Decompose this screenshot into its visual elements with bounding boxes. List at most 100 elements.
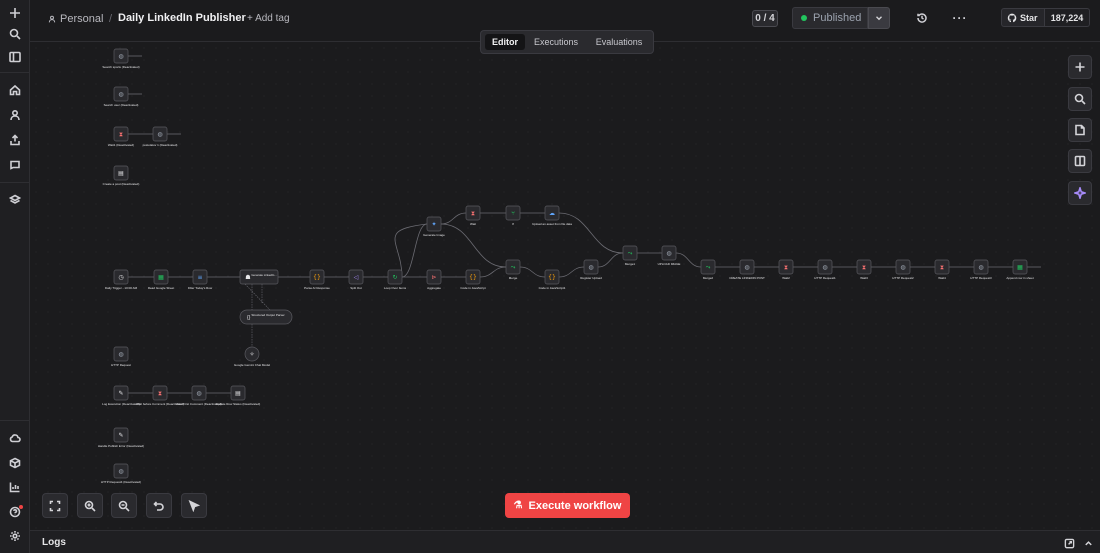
connection-line[interactable]: [558, 212, 624, 254]
zoom-out-button[interactable]: [111, 493, 137, 518]
share-icon[interactable]: [5, 130, 25, 150]
toggle-panel-button[interactable]: [1068, 149, 1092, 173]
add-node-button[interactable]: [1068, 55, 1092, 79]
tab-executions[interactable]: Executions: [527, 34, 585, 50]
panel-toggle-icon[interactable]: [5, 47, 25, 67]
workflow-node[interactable]: ⑂ If: [505, 205, 521, 226]
workflow-node[interactable]: ◍ postolatov 1 (Deactivated): [143, 126, 178, 147]
home-icon[interactable]: [5, 80, 25, 100]
chart-icon[interactable]: [5, 477, 25, 497]
search-icon[interactable]: [5, 24, 25, 44]
github-star-label: Star: [1020, 12, 1038, 23]
workflow-node[interactable]: ⧗ Wait1 (Deactivated): [108, 126, 134, 147]
history-button[interactable]: [913, 9, 931, 27]
connection-line[interactable]: [519, 266, 546, 278]
more-options-button[interactable]: ···: [951, 9, 969, 27]
workflow-node[interactable]: ✎ Handle Publish Error (Deactivated): [98, 427, 144, 448]
connection-line[interactable]: [440, 212, 467, 225]
workflow-node[interactable]: ▤ Create a post (Deactivated): [103, 165, 140, 186]
version-counter[interactable]: 0 / 4: [752, 10, 778, 27]
workflow-node[interactable]: ◍ Search sports (Deactivated): [102, 48, 140, 69]
workflow-node[interactable]: ▦ Read Google Sheet: [148, 269, 175, 290]
workflow-node[interactable]: ◍ UPLOAD IMAGE: [658, 245, 681, 266]
workflow-node[interactable]: ◍ HTTP Request2: [892, 259, 914, 280]
tab-editor[interactable]: Editor: [485, 34, 525, 50]
workflow-node[interactable]: ☁ Upload an asset from file data: [532, 205, 572, 226]
workflow-node[interactable]: ◍ HTTP Request1: [814, 259, 836, 280]
ai-assistant-button[interactable]: [1068, 181, 1092, 205]
ellipsis-icon: ···: [952, 11, 968, 25]
workflow-node[interactable]: ✦ Generate Image: [423, 216, 445, 237]
workflow-node[interactable]: ⤳ Merge2: [700, 259, 716, 280]
chevron-down-icon: [876, 16, 882, 21]
github-star-button[interactable]: Star: [1001, 8, 1045, 27]
breadcrumb-project[interactable]: Personal: [60, 13, 103, 25]
parser-icon: {}: [247, 315, 251, 321]
tab-evaluations[interactable]: Evaluations: [587, 34, 651, 50]
workflow-node[interactable]: ▤ Update Row Status (Deactivated): [216, 385, 261, 406]
workflow-node[interactable]: ✧ Google Gemini Chat Model: [234, 346, 271, 367]
workflow-node[interactable]: ◍ HTTP Request: [111, 346, 131, 367]
workflow-node[interactable]: ⧗ Wait: [465, 205, 481, 226]
add-tag-button[interactable]: + Add tag: [247, 13, 290, 24]
workflow-node[interactable]: ✎ Log Execution (Deactivated): [102, 385, 140, 406]
split-icon: ◁: [354, 274, 359, 281]
execute-workflow-button[interactable]: ⚗ Execute workflow: [505, 493, 630, 518]
connection-line[interactable]: [440, 223, 507, 268]
workflow-graph[interactable]: ◍ Search sports (Deactivated) ◍ Search user…: [30, 42, 1100, 530]
workflow-node[interactable]: ◍ Search user (Deactivated): [104, 86, 139, 107]
workflow-node[interactable]: ⊳ Aggregate: [426, 269, 442, 290]
workflow-node[interactable]: ⧗ Wait2: [778, 259, 794, 280]
layers-icon[interactable]: [5, 190, 25, 210]
workflow-node[interactable]: ≡ Filter Today's Row: [188, 269, 213, 290]
logs-bar[interactable]: Logs: [30, 530, 1100, 553]
workflow-node[interactable]: {} Code in JavaScript: [460, 269, 486, 290]
plus-icon[interactable]: [5, 3, 25, 23]
workflow-node[interactable]: ⤳ Merge1: [622, 245, 638, 266]
workflow-node[interactable]: ◍ Register Upload: [580, 259, 602, 280]
workflow-node[interactable]: ▦ Append row in sheet: [1006, 259, 1034, 280]
workflow-node[interactable]: ◍ HTTP Request3: [970, 259, 992, 280]
workflow-node[interactable]: {} Code in JavaScript1: [539, 269, 566, 290]
user-icon[interactable]: [5, 105, 25, 125]
connection-line[interactable]: [597, 252, 624, 268]
loop-connection[interactable]: [394, 223, 428, 278]
chevron-up-icon[interactable]: [1083, 536, 1094, 553]
workflow-title[interactable]: Daily LinkedIn Publisher: [118, 12, 246, 24]
chat-icon[interactable]: [5, 155, 25, 175]
workflow-node[interactable]: {} Parse AI Response: [304, 269, 330, 290]
fit-view-button[interactable]: [42, 493, 68, 518]
workflow-node[interactable]: ◍ CREATE LINKEDIN POST: [729, 259, 765, 280]
aggregate-icon: ⊳: [431, 274, 436, 281]
workflow-node[interactable]: ⧗ Wait4: [934, 259, 950, 280]
popout-icon[interactable]: [1064, 536, 1075, 553]
published-button[interactable]: Published: [792, 7, 868, 29]
box-icon[interactable]: [5, 453, 25, 473]
workflow-node[interactable]: ◍ HTTP Request4 (Deactivated): [101, 463, 141, 484]
undo-button[interactable]: [146, 493, 172, 518]
zoom-in-button[interactable]: [77, 493, 103, 518]
node-label: Filter Today's Row: [188, 286, 213, 290]
workflow-node[interactable]: ☗ Generate LinkedIn...: [239, 269, 279, 285]
hourglass-icon: ⧗: [471, 210, 475, 217]
publish-menu-button[interactable]: [868, 7, 890, 29]
sticky-note-button[interactable]: [1068, 118, 1092, 142]
workflow-node[interactable]: ↻ Loop Over Items: [384, 269, 407, 290]
node-label: Google Gemini Chat Model: [234, 363, 271, 367]
loop-icon: ↻: [392, 274, 397, 281]
workflow-node[interactable]: {} Structured Output Parser: [239, 309, 293, 325]
logs-label: Logs: [42, 537, 66, 548]
github-star-count[interactable]: 187,224: [1045, 8, 1090, 27]
workflow-node[interactable]: ⧗ Wait3: [856, 259, 872, 280]
search-nodes-button[interactable]: [1068, 87, 1092, 111]
connection-line[interactable]: [479, 266, 507, 278]
workflow-node[interactable]: ◁ Split Out: [348, 269, 364, 290]
pointer-mode-button[interactable]: [181, 493, 207, 518]
cloud-icon[interactable]: [5, 428, 25, 448]
workflow-node[interactable]: ⤳ Merge: [505, 259, 521, 280]
settings-icon[interactable]: [5, 526, 25, 546]
filter-icon: ≡: [197, 274, 202, 281]
connection-line[interactable]: [401, 223, 428, 278]
workflow-canvas[interactable]: ◍ Search sports (Deactivated) ◍ Search user…: [30, 42, 1100, 530]
workflow-node[interactable]: ◷ Daily Trigger - 10:00 AM: [105, 269, 138, 290]
